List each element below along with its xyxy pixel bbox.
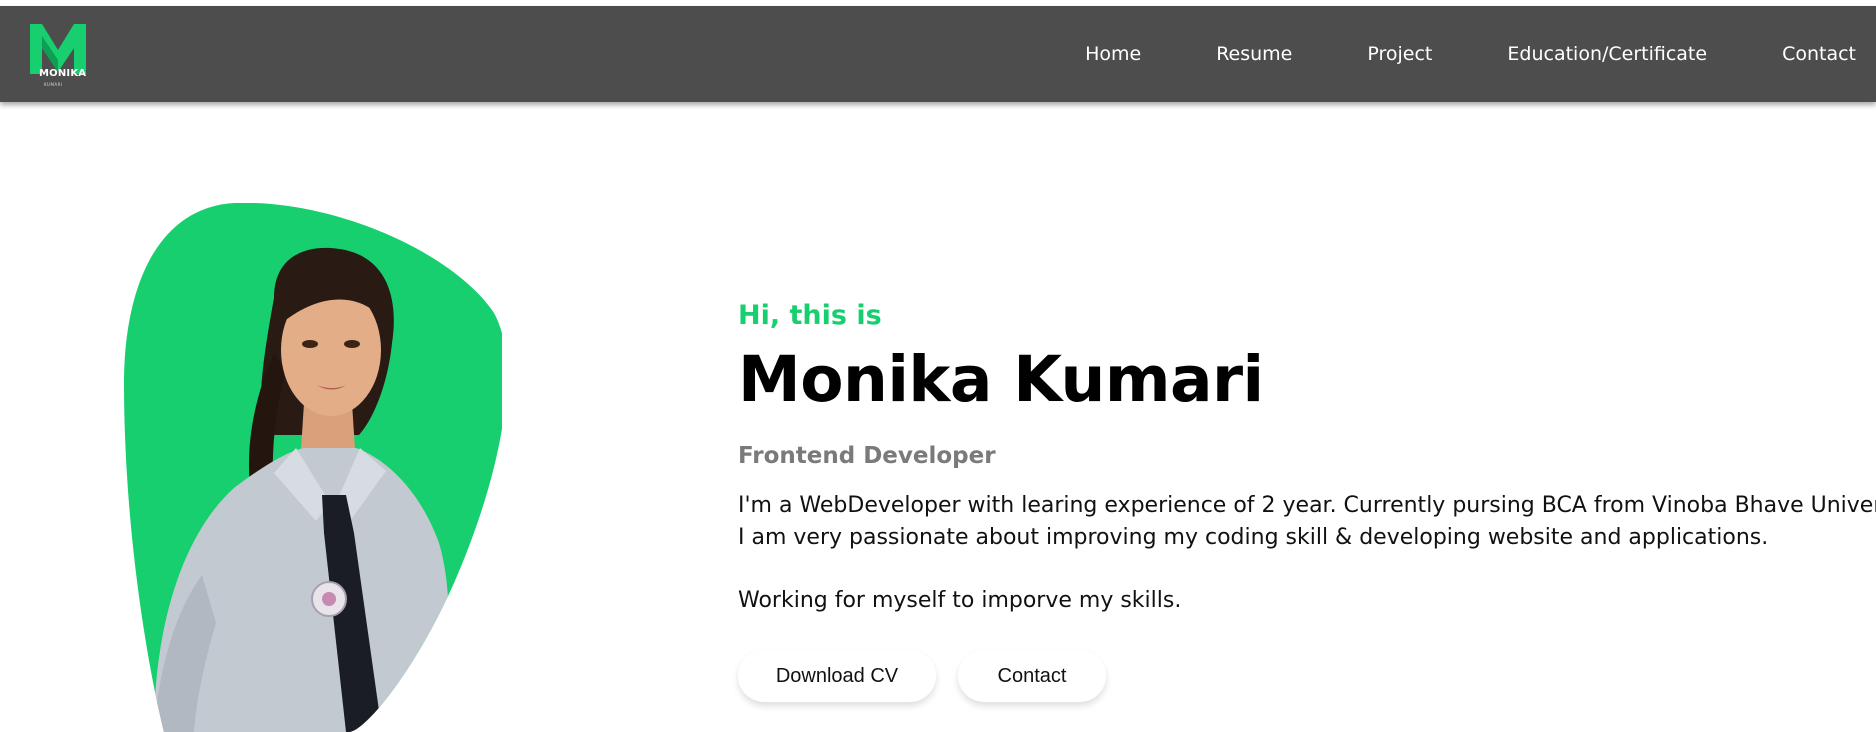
job-title: Frontend Developer [738, 443, 996, 469]
bio-line-1: I'm a WebDeveloper with learing experien… [738, 493, 1876, 518]
logo-name: MONIKA [39, 68, 87, 79]
greeting-text: Hi, this is [738, 300, 882, 331]
nav-item-contact[interactable]: Contact [1782, 43, 1856, 65]
contact-button[interactable]: Contact [958, 650, 1106, 702]
profile-photo [124, 203, 502, 732]
nav-item-education-certificate[interactable]: Education/Certificate [1507, 43, 1707, 65]
nav-item-home[interactable]: Home [1085, 43, 1141, 65]
nav-item-resume[interactable]: Resume [1216, 43, 1292, 65]
hero-actions: Download CV Contact [738, 650, 1106, 702]
bio-text: I'm a WebDeveloper with learing experien… [738, 490, 1876, 617]
hero-name: Monika Kumari [738, 343, 1264, 416]
bio-tagline: Working for myself to imporve my skills. [738, 588, 1182, 613]
hero-intro: Hi, this is Monika Kumari Frontend Devel… [738, 292, 1876, 617]
logo-subtitle: KUMARI [44, 82, 63, 87]
navbar: MONIKA KUMARI Home Resume Project Educat… [0, 6, 1876, 102]
bio-line-2: I am very passionate about improving my … [738, 525, 1769, 550]
site-logo[interactable]: MONIKA KUMARI [28, 20, 88, 88]
nav-menu: Home Resume Project Education/Certificat… [1010, 6, 1856, 102]
portfolio-page: MONIKA KUMARI Home Resume Project Educat… [0, 0, 1876, 732]
nav-item-project[interactable]: Project [1367, 43, 1432, 65]
download-cv-button[interactable]: Download CV [738, 650, 936, 702]
